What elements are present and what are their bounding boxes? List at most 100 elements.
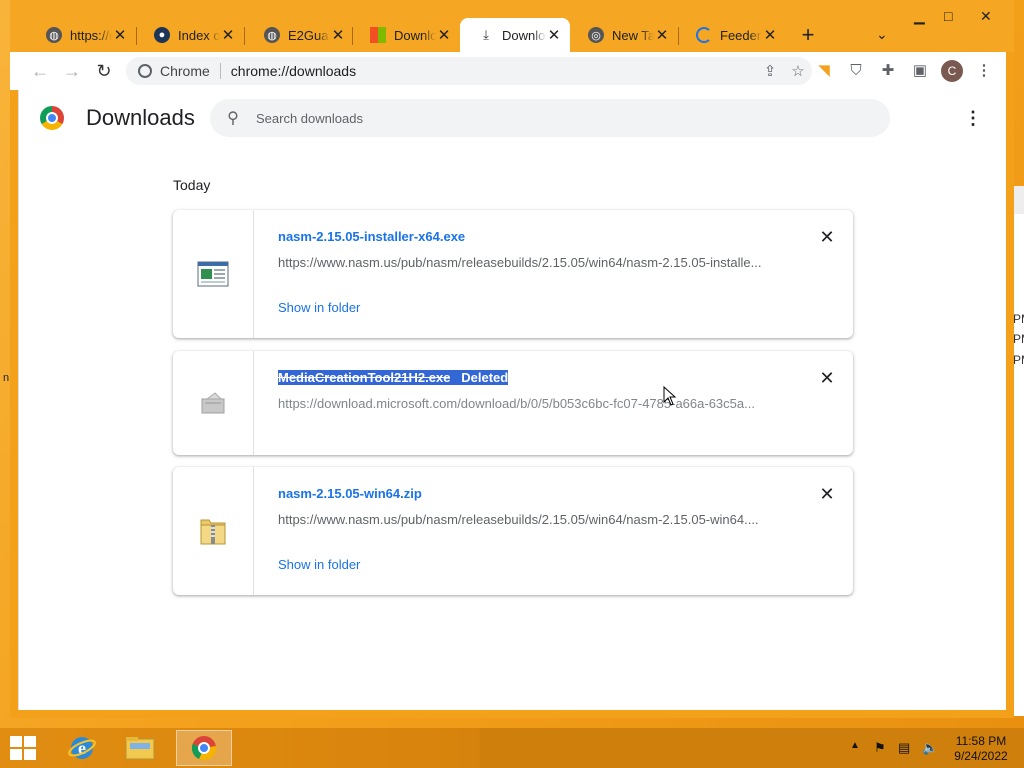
chrome-icon: ◎: [588, 27, 604, 43]
zip-folder-icon: [200, 519, 226, 545]
file-icon-column: [173, 210, 254, 338]
system-clock[interactable]: 11:58 PM 9/24/2022: [946, 734, 1016, 764]
remove-item-close-icon[interactable]: ✕: [817, 368, 837, 388]
chrome-window: ◍ https://c ✕ ● Index of ✕ ◍ E2Guard ✕ D…: [10, 0, 1014, 718]
generic-exe-icon: [201, 392, 225, 414]
reload-icon[interactable]: ↻: [93, 60, 115, 82]
deleted-status-label: Deleted: [461, 370, 509, 385]
download-source-url[interactable]: https://www.nasm.us/pub/nasm/releasebuil…: [278, 512, 788, 527]
chrome-menu-icon[interactable]: ⋮: [974, 61, 994, 81]
tab[interactable]: ◍ E2Guard ✕: [246, 18, 354, 52]
windows-start-icon[interactable]: [10, 736, 38, 762]
close-tab-icon[interactable]: ✕: [762, 26, 778, 44]
close-tab-icon[interactable]: ✕: [546, 26, 562, 44]
mouse-cursor-icon: [663, 386, 677, 406]
rss-feed-icon[interactable]: ◥: [814, 61, 834, 81]
microsoft-icon: [370, 27, 386, 43]
maximize-button[interactable]: □: [944, 8, 952, 24]
more-options-icon[interactable]: ⋮: [963, 106, 983, 130]
clock-time: 11:58 PM: [955, 734, 1007, 748]
close-tab-icon[interactable]: ✕: [330, 26, 346, 44]
extensions-puzzle-icon[interactable]: ✚: [878, 61, 898, 81]
internet-explorer-icon[interactable]: e: [54, 730, 110, 766]
back-arrow-icon[interactable]: ←: [29, 60, 51, 82]
tab[interactable]: ● Index of ✕: [136, 18, 244, 52]
tab-active[interactable]: ⤓ Downlo ✕: [460, 18, 570, 52]
search-icon: ⚲: [227, 110, 239, 127]
nasm-icon: ●: [154, 27, 170, 43]
background-time-text: PM: [1013, 312, 1024, 326]
tab-strip: ◍ https://c ✕ ● Index of ✕ ◍ E2Guard ✕ D…: [10, 0, 1014, 52]
file-icon-column: [173, 351, 254, 455]
download-filename-link[interactable]: nasm-2.15.05-installer-x64.exe: [278, 229, 465, 244]
show-in-folder-link[interactable]: Show in folder: [278, 300, 360, 315]
downloads-header: Downloads ⚲ ⋮: [19, 90, 1007, 146]
side-panel-icon[interactable]: ▣: [910, 61, 930, 81]
clock-date: 9/24/2022: [954, 749, 1008, 763]
loading-icon: [696, 27, 712, 43]
action-center-flag-icon[interactable]: ⚑: [874, 740, 886, 756]
tab-title: E2Guard: [288, 27, 330, 43]
tab[interactable]: Downlo ✕: [352, 18, 460, 52]
tab-title: New Tab: [612, 27, 654, 43]
network-icon[interactable]: ▤: [898, 740, 910, 756]
download-filename: MediaCreationTool21H2.exe Deleted: [278, 370, 509, 385]
close-tab-icon[interactable]: ✕: [220, 26, 236, 44]
globe-icon: ◍: [264, 27, 280, 43]
page-title: Downloads: [86, 105, 195, 130]
download-item: nasm-2.15.05-win64.zip https://www.nasm.…: [173, 467, 853, 595]
profile-avatar[interactable]: C: [941, 60, 963, 82]
download-source-url[interactable]: https://download.microsoft.com/download/…: [278, 396, 788, 411]
background-text: n: [3, 372, 10, 384]
remove-item-close-icon[interactable]: ✕: [817, 227, 837, 247]
forward-arrow-icon[interactable]: →: [61, 60, 83, 82]
tab[interactable]: ◍ https://c ✕: [28, 18, 136, 52]
deleted-filename-text: MediaCreationTool21H2.exe: [278, 370, 451, 385]
bookmark-star-icon[interactable]: ☆: [784, 62, 812, 80]
download-item-deleted: MediaCreationTool21H2.exe Deleted https:…: [173, 351, 853, 455]
date-section-label: Today: [173, 177, 211, 193]
installer-exe-icon: [197, 261, 229, 287]
chrome-logo-icon: [40, 106, 64, 130]
download-item: nasm-2.15.05-installer-x64.exe https://w…: [173, 210, 853, 338]
search-input[interactable]: [256, 110, 890, 126]
file-explorer-icon[interactable]: [112, 730, 168, 766]
tab[interactable]: Feeder ✕: [678, 18, 786, 52]
close-tab-icon[interactable]: ✕: [654, 26, 670, 44]
file-icon-column: [173, 467, 254, 595]
minimize-button[interactable]: ▁: [914, 8, 925, 25]
address-url[interactable]: chrome://downloads: [231, 63, 756, 79]
tab-search-chevron-icon[interactable]: ⌄: [876, 26, 888, 43]
site-chip[interactable]: Chrome: [126, 63, 210, 79]
show-hidden-icons-chevron-icon[interactable]: ▲: [850, 740, 860, 751]
chrome-icon: [138, 64, 152, 78]
share-icon[interactable]: ⇪: [756, 62, 784, 80]
tab-title: Downlo: [394, 27, 436, 43]
shield-extension-icon[interactable]: ⛉: [846, 61, 866, 81]
download-icon: ⤓: [483, 27, 489, 42]
tab-title: https://c: [70, 27, 112, 43]
new-tab-button[interactable]: +: [796, 24, 820, 48]
background-time-text: PM: [1013, 353, 1024, 367]
browser-toolbar: ← → ↻ Chrome chrome://downloads ⇪ ☆ ◥ ⛉ …: [10, 52, 1006, 90]
downloads-page: Downloads ⚲ ⋮ Today nasm-2.: [18, 90, 1006, 710]
chrome-taskbar-icon[interactable]: [176, 730, 232, 766]
close-window-button[interactable]: ✕: [980, 8, 992, 25]
background-time-text: PM: [1013, 332, 1024, 346]
download-filename-link[interactable]: nasm-2.15.05-win64.zip: [278, 486, 422, 501]
tab[interactable]: ◎ New Tab ✕: [570, 18, 678, 52]
tab-title: Index of: [178, 27, 220, 43]
close-tab-icon[interactable]: ✕: [112, 26, 128, 44]
site-chip-label: Chrome: [160, 63, 210, 79]
search-bar[interactable]: ⚲: [210, 99, 890, 137]
download-source-url[interactable]: https://www.nasm.us/pub/nasm/releasebuil…: [278, 255, 788, 270]
omnibox[interactable]: Chrome chrome://downloads ⇪ ☆: [126, 57, 812, 85]
tab-title: Downlo: [502, 27, 546, 43]
tab-title: Feeder: [720, 27, 762, 43]
remove-item-close-icon[interactable]: ✕: [817, 484, 837, 504]
globe-icon: ◍: [46, 27, 62, 43]
volume-muted-icon[interactable]: 🔈: [922, 740, 938, 756]
taskbar: e ▲ ⚑ ▤ 🔈 11:58 PM 9/24/2022: [0, 728, 1024, 768]
close-tab-icon[interactable]: ✕: [436, 26, 452, 44]
show-in-folder-link[interactable]: Show in folder: [278, 557, 360, 572]
